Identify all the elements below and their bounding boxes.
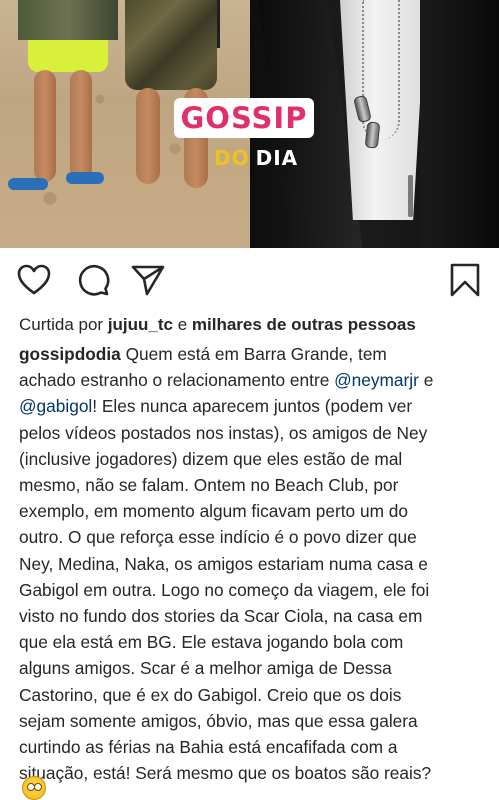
camo-shorts bbox=[125, 0, 217, 90]
dogtag bbox=[364, 121, 381, 149]
bookmark-icon[interactable] bbox=[447, 262, 483, 298]
likes-middle: e bbox=[173, 315, 192, 334]
caption-line: alguns amigos. Scar é a melhor amiga de … bbox=[19, 658, 392, 679]
shirt-dark bbox=[18, 0, 118, 40]
caption-text: e bbox=[418, 370, 434, 391]
logo-do-dia: DO DIA bbox=[214, 144, 298, 172]
caption-line: outro. O que reforça esse indício é o po… bbox=[19, 527, 417, 548]
caption-line: gossipdodia Quem está em Barra Grande, t… bbox=[19, 341, 489, 367]
likes-summary: Curtida por jujuu_tc e milhares de outra… bbox=[19, 313, 416, 337]
flip-flop bbox=[8, 178, 48, 190]
heart-icon[interactable] bbox=[16, 262, 52, 298]
logo-gossip-text: GOSSIP bbox=[174, 98, 314, 138]
caption-text: ! Eles nunca aparecem juntos (podem ver bbox=[92, 396, 413, 417]
logo-do-text: DO bbox=[214, 146, 250, 170]
caption-line: exemplo, em momento algum ficavam perto … bbox=[19, 501, 408, 522]
caption-line: visto no fundo dos stories da Scar Ciola… bbox=[19, 606, 423, 627]
caption-line: curtindo as férias na Bahia está encafif… bbox=[19, 737, 398, 758]
caption-text: achado estranho o relacionamento entre bbox=[19, 370, 335, 391]
caption-line: @gabigol! Eles nunca aparecem juntos (po… bbox=[19, 393, 489, 419]
post-caption: gossipdodia Quem está em Barra Grande, t… bbox=[19, 341, 489, 786]
caption-line: Ney, Medina, Naka, os amigos estariam nu… bbox=[19, 553, 428, 574]
mention-link[interactable]: @gabigol bbox=[19, 396, 92, 416]
logo-dia-text: DIA bbox=[255, 146, 299, 170]
likes-count-link[interactable]: milhares de outras pessoas bbox=[192, 315, 416, 334]
flip-flop bbox=[66, 172, 104, 184]
likes-prefix: Curtida por bbox=[19, 315, 108, 334]
caption-line: Gabigol em outra. Logo no começo da viag… bbox=[19, 579, 430, 600]
send-icon[interactable] bbox=[130, 262, 166, 298]
leg bbox=[70, 70, 92, 180]
post-image[interactable]: GOSSIP DO DIA bbox=[0, 0, 499, 248]
caption-line: sejam somente amigos, óbvio, mas que ess… bbox=[19, 710, 418, 731]
jacket-lapel bbox=[420, 0, 499, 248]
leg bbox=[136, 88, 160, 184]
liker-username[interactable]: jujuu_tc bbox=[108, 315, 173, 334]
caption-line: (inclusive jogadores) dizem que eles est… bbox=[19, 448, 403, 469]
caption-line: situação, está! Será mesmo que os boatos… bbox=[19, 763, 432, 784]
gossip-do-dia-logo: GOSSIP DO DIA bbox=[174, 98, 316, 174]
caption-line: pelos vídeos postados nos instas), os am… bbox=[19, 422, 428, 443]
leg bbox=[34, 70, 56, 182]
caption-line: achado estranho o relacionamento entre @… bbox=[19, 367, 489, 393]
caption-line: mesmo, não se falam. Ontem no Beach Club… bbox=[19, 475, 399, 496]
flushed-face-emoji bbox=[22, 776, 46, 800]
comment-icon[interactable] bbox=[74, 262, 110, 298]
action-bar bbox=[0, 252, 499, 308]
mention-link[interactable]: @neymarjr bbox=[334, 370, 419, 390]
caption-line: Castorino, que é ex do Gabigol. Creio qu… bbox=[19, 684, 402, 705]
pendant bbox=[408, 175, 413, 217]
caption-text: Quem está em Barra Grande, tem bbox=[120, 344, 387, 364]
caption-line: que ela está em BG. Ele estava jogando b… bbox=[19, 632, 404, 653]
author-username[interactable]: gossipdodia bbox=[19, 344, 121, 364]
